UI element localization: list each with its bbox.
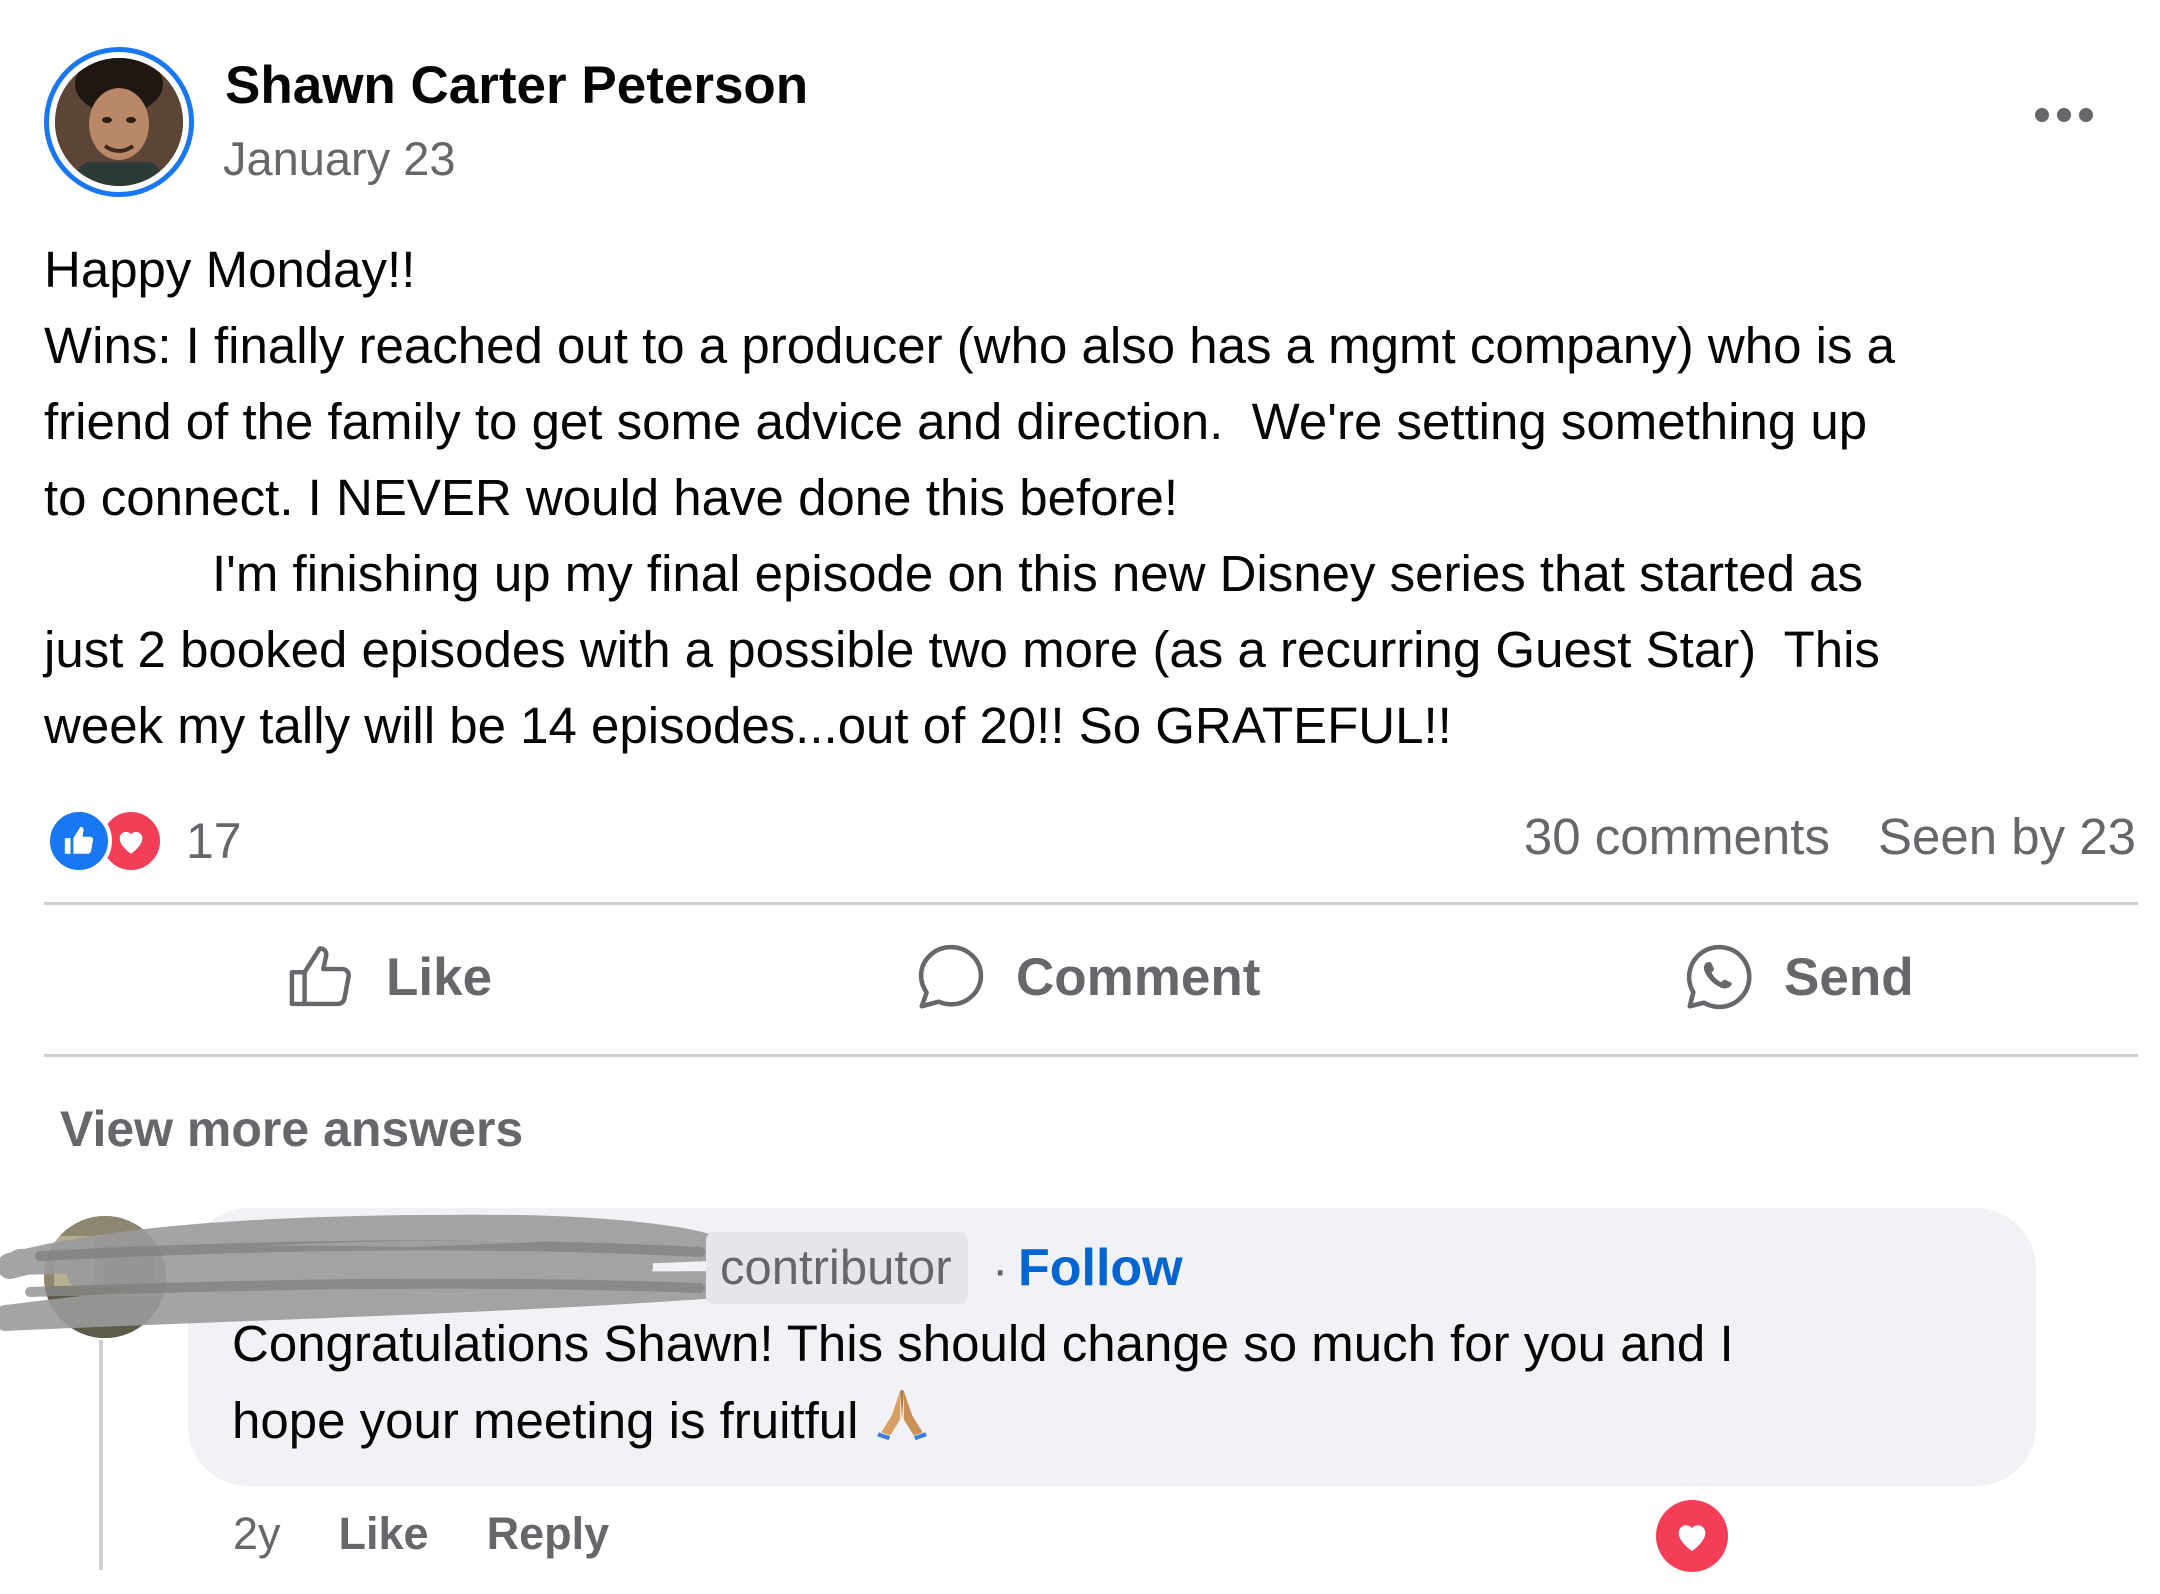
comment-like-button[interactable]: Like xyxy=(339,1508,429,1560)
post-stats: 30 comments Seen by 23 xyxy=(1524,807,2136,866)
author-name[interactable]: Shawn Carter Peterson xyxy=(225,55,808,116)
seen-by[interactable]: Seen by 23 xyxy=(1878,807,2136,866)
divider xyxy=(44,1054,2138,1057)
post-line: to connect. I NEVER would have done this… xyxy=(44,469,1179,526)
send-label: Send xyxy=(1784,947,1914,1007)
comment-line: Congratulations Shawn! This should chang… xyxy=(232,1315,1734,1372)
comment-button[interactable]: Comment xyxy=(912,932,1260,1022)
contributor-badge: contributor xyxy=(706,1232,968,1304)
comment-actions: 2y Like Reply xyxy=(233,1508,609,1560)
post-line: week my tally will be 14 episodes...out … xyxy=(44,697,1452,754)
comment-bubble-icon xyxy=(918,944,984,1009)
folded-hands-icon xyxy=(876,1389,927,1441)
separator-dot: · xyxy=(992,1243,1009,1297)
comment-text: Congratulations Shawn! This should chang… xyxy=(232,1306,2012,1459)
facebook-post: Shawn Carter Peterson January 23 Happy M… xyxy=(0,0,2160,1594)
reactions-summary[interactable]: 17 xyxy=(46,806,242,876)
love-reaction-icon[interactable] xyxy=(1656,1500,1728,1572)
follow-link[interactable]: Follow xyxy=(1018,1238,1183,1298)
thumbs-up-icon xyxy=(289,946,351,1007)
post-line: Wins: I finally reached out to a produce… xyxy=(44,317,1896,374)
author-avatar[interactable] xyxy=(44,47,194,197)
comment-time[interactable]: 2y xyxy=(233,1508,281,1560)
divider xyxy=(44,902,2138,905)
comments-count[interactable]: 30 comments xyxy=(1524,807,1830,866)
comment-label: Comment xyxy=(1016,947,1261,1007)
post-line: just 2 booked episodes with a possible t… xyxy=(44,621,1880,678)
more-options-icon[interactable] xyxy=(2035,95,2105,135)
reaction-count: 17 xyxy=(186,813,242,869)
view-more-answers[interactable]: View more answers xyxy=(60,1100,523,1158)
like-button[interactable]: Like xyxy=(284,932,492,1022)
comment-line: hope your meeting is fruitful xyxy=(232,1382,2012,1459)
send-button[interactable]: Send xyxy=(1680,932,1914,1022)
post-line: friend of the family to get some advice … xyxy=(44,393,1868,450)
like-reaction-icon xyxy=(46,808,112,874)
whatsapp-icon xyxy=(1686,944,1752,1010)
comment-reply-button[interactable]: Reply xyxy=(487,1508,610,1560)
post-date[interactable]: January 23 xyxy=(223,131,456,186)
avatar-photo xyxy=(55,58,183,186)
like-label: Like xyxy=(386,947,493,1007)
post-line: Happy Monday!! xyxy=(44,241,416,298)
post-line: I'm finishing up my final episode on thi… xyxy=(212,545,1864,602)
thread-line xyxy=(99,1340,103,1570)
post-text: Happy Monday!! Wins: I finally reached o… xyxy=(44,232,2124,764)
